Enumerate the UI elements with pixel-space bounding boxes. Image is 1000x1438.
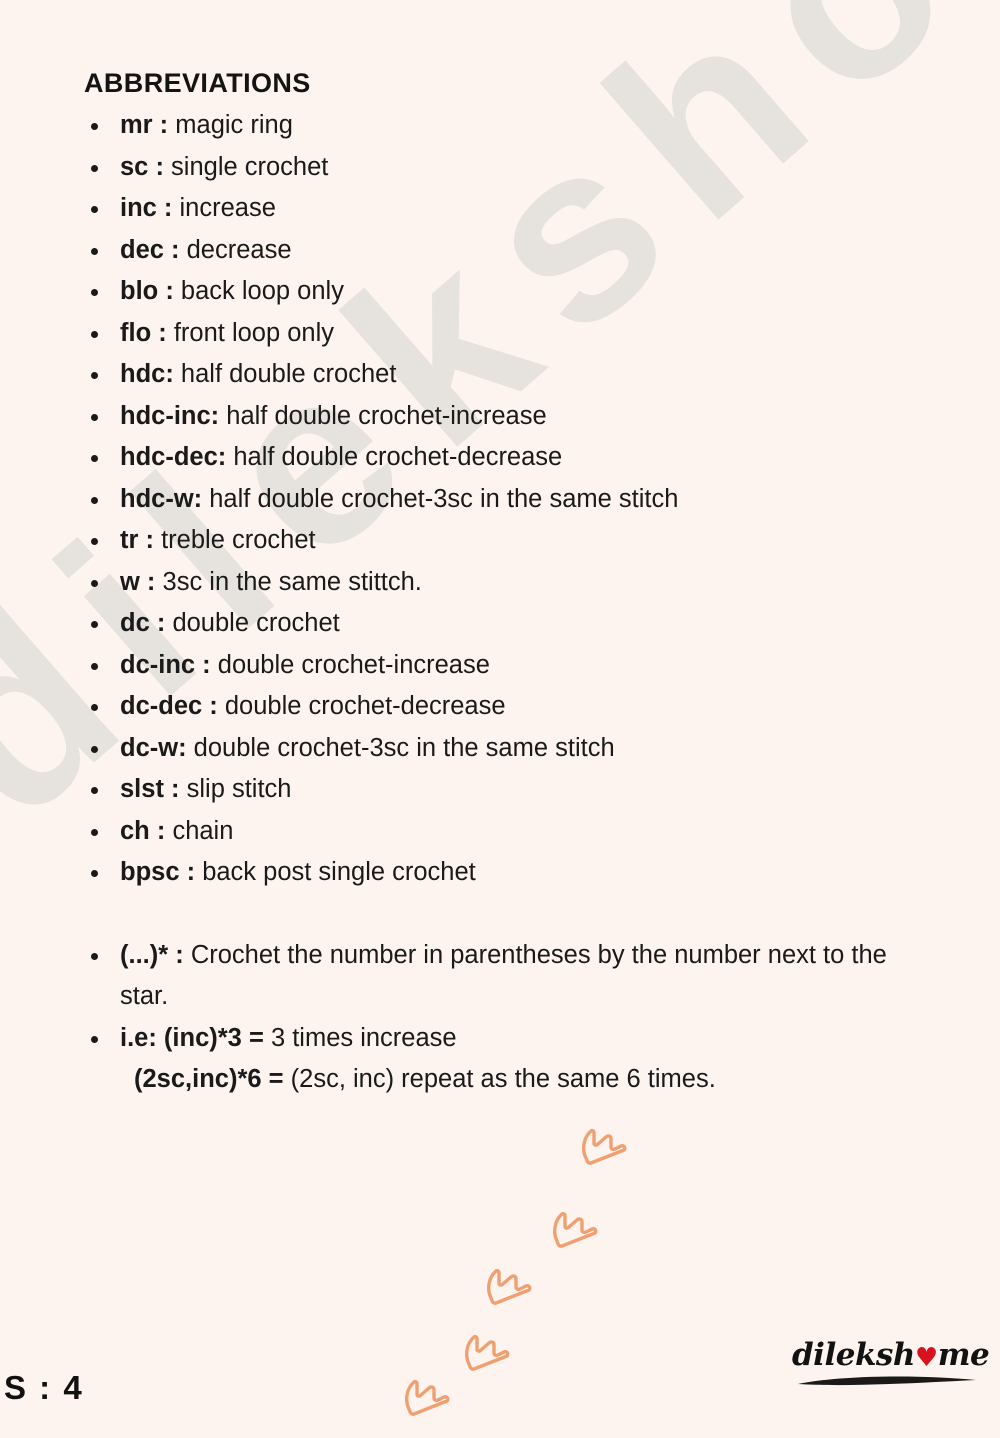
abbr-term: dec : bbox=[120, 235, 180, 264]
abbr-term: flo : bbox=[120, 318, 167, 347]
abbr-term: ch : bbox=[120, 816, 166, 845]
abbr-term: tr : bbox=[120, 526, 154, 554]
abbr-definition: double crochet-3sc in the same stitch bbox=[193, 733, 615, 762]
abbr-term: hdc-inc: bbox=[120, 401, 220, 430]
abbr-term: hdc-dec: bbox=[120, 443, 227, 471]
list-item: mr : magic ring bbox=[78, 105, 1000, 147]
list-item: hdc-inc: half double crochet-increase bbox=[78, 396, 1000, 438]
note-definition: Crochet the number in parentheses by the… bbox=[120, 940, 887, 1011]
abbr-term: dc : bbox=[120, 609, 166, 637]
list-item: hdc-dec: half double crochet-decrease bbox=[78, 437, 1000, 479]
list-item: hdc-w: half double crochet-3sc in the sa… bbox=[78, 479, 1000, 521]
list-item: dc : double crochet bbox=[78, 603, 1000, 645]
abbr-term: bpsc : bbox=[120, 858, 196, 886]
abbr-term: mr : bbox=[120, 111, 169, 139]
abbr-term: w : bbox=[120, 567, 156, 596]
list-item: ch : chain bbox=[78, 811, 1000, 853]
abbr-term: dc-inc : bbox=[120, 650, 211, 679]
list-item: bpsc : back post single crochet bbox=[78, 852, 1000, 894]
note-term: (2sc,inc)*6 = bbox=[134, 1065, 284, 1093]
list-item: dc-dec : double crochet-decrease bbox=[78, 686, 1000, 728]
abbr-definition: slip stitch bbox=[186, 775, 292, 803]
abbr-definition: back post single crochet bbox=[202, 858, 476, 886]
abbr-definition: double crochet-decrease bbox=[224, 692, 506, 720]
note-term: i.e: (inc)*3 = bbox=[120, 1023, 264, 1052]
note-example-second-line: (2sc,inc)*6 = (2sc, inc) repeat as the s… bbox=[120, 1059, 910, 1101]
list-item: tr : treble crochet bbox=[78, 520, 1000, 562]
list-item: hdc: half double crochet bbox=[78, 354, 1000, 396]
notes-list: (...)* : Crochet the number in parenthes… bbox=[78, 935, 1000, 1101]
logo-swoosh-icon bbox=[798, 1376, 976, 1386]
brand-name-before: dileksh bbox=[792, 1337, 915, 1373]
list-item: w : 3sc in the same stittch. bbox=[78, 562, 1000, 604]
abbr-definition: front loop only bbox=[173, 318, 335, 347]
abbr-definition: half double crochet bbox=[180, 360, 397, 388]
abbr-definition: treble crochet bbox=[161, 526, 316, 554]
abbr-definition: increase bbox=[179, 194, 276, 222]
note-definition: 3 times increase bbox=[270, 1023, 457, 1052]
abbr-definition: chain bbox=[172, 816, 234, 845]
document-content: ABBREVIATIONS mr : magic ring sc : singl… bbox=[0, 0, 1000, 1101]
abbr-term: dc-w: bbox=[120, 733, 187, 762]
heart-icon: ♥ bbox=[914, 1343, 938, 1373]
abbr-definition: double crochet-increase bbox=[217, 650, 490, 679]
note-star-rule: (...)* : Crochet the number in parenthes… bbox=[78, 935, 910, 1018]
brand-name-after: me bbox=[937, 1337, 990, 1373]
abbr-term: inc : bbox=[120, 194, 173, 222]
abbr-term: hdc: bbox=[120, 360, 174, 388]
abbr-term: hdc-w: bbox=[120, 484, 203, 513]
list-item: dec : decrease bbox=[78, 230, 1000, 272]
bird-track-arrow-icon bbox=[392, 1363, 462, 1433]
list-item: flo : front loop only bbox=[78, 313, 1000, 355]
page-title: ABBREVIATIONS bbox=[84, 68, 311, 98]
page-number: S : 4 bbox=[4, 1369, 84, 1406]
bird-track-arrow-icon bbox=[474, 1252, 544, 1322]
abbr-definition: half double crochet-increase bbox=[226, 401, 547, 430]
list-item: slst : slip stitch bbox=[78, 769, 1000, 811]
abbr-definition: half double crochet-decrease bbox=[233, 443, 563, 471]
abbr-definition: half double crochet-3sc in the same stit… bbox=[209, 484, 679, 513]
note-example: i.e: (inc)*3 = 3 times increase (2sc,inc… bbox=[78, 1018, 910, 1101]
list-item: sc : single crochet bbox=[78, 147, 1000, 189]
abbr-definition: double crochet bbox=[172, 609, 340, 637]
abbr-definition: single crochet bbox=[171, 152, 329, 181]
abbr-term: dc-dec : bbox=[120, 692, 218, 720]
abbr-definition: 3sc in the same stittch. bbox=[162, 567, 422, 596]
list-item: blo : back loop only bbox=[78, 271, 1000, 313]
note-definition: (2sc, inc) repeat as the same 6 times. bbox=[290, 1065, 716, 1093]
abbreviations-list: mr : magic ring sc : single crochet inc … bbox=[78, 105, 1000, 894]
abbr-definition: decrease bbox=[186, 235, 292, 264]
note-term: (...)* : bbox=[120, 940, 184, 969]
brand-logo: dileksh♥me bbox=[792, 1337, 990, 1393]
abbr-definition: magic ring bbox=[175, 111, 293, 139]
bird-track-arrow-icon bbox=[452, 1318, 522, 1388]
bird-track-arrow-icon bbox=[540, 1195, 610, 1265]
list-item: inc : increase bbox=[78, 188, 1000, 230]
abbr-term: slst : bbox=[120, 775, 180, 803]
list-item: dc-w: double crochet-3sc in the same sti… bbox=[78, 728, 1000, 770]
abbr-term: sc : bbox=[120, 152, 164, 181]
list-item: dc-inc : double crochet-increase bbox=[78, 645, 1000, 687]
abbr-definition: back loop only bbox=[180, 277, 344, 305]
bird-track-arrow-icon bbox=[569, 1112, 639, 1182]
brand-logo-text: dileksh♥me bbox=[792, 1337, 990, 1373]
abbr-term: blo : bbox=[120, 277, 174, 305]
